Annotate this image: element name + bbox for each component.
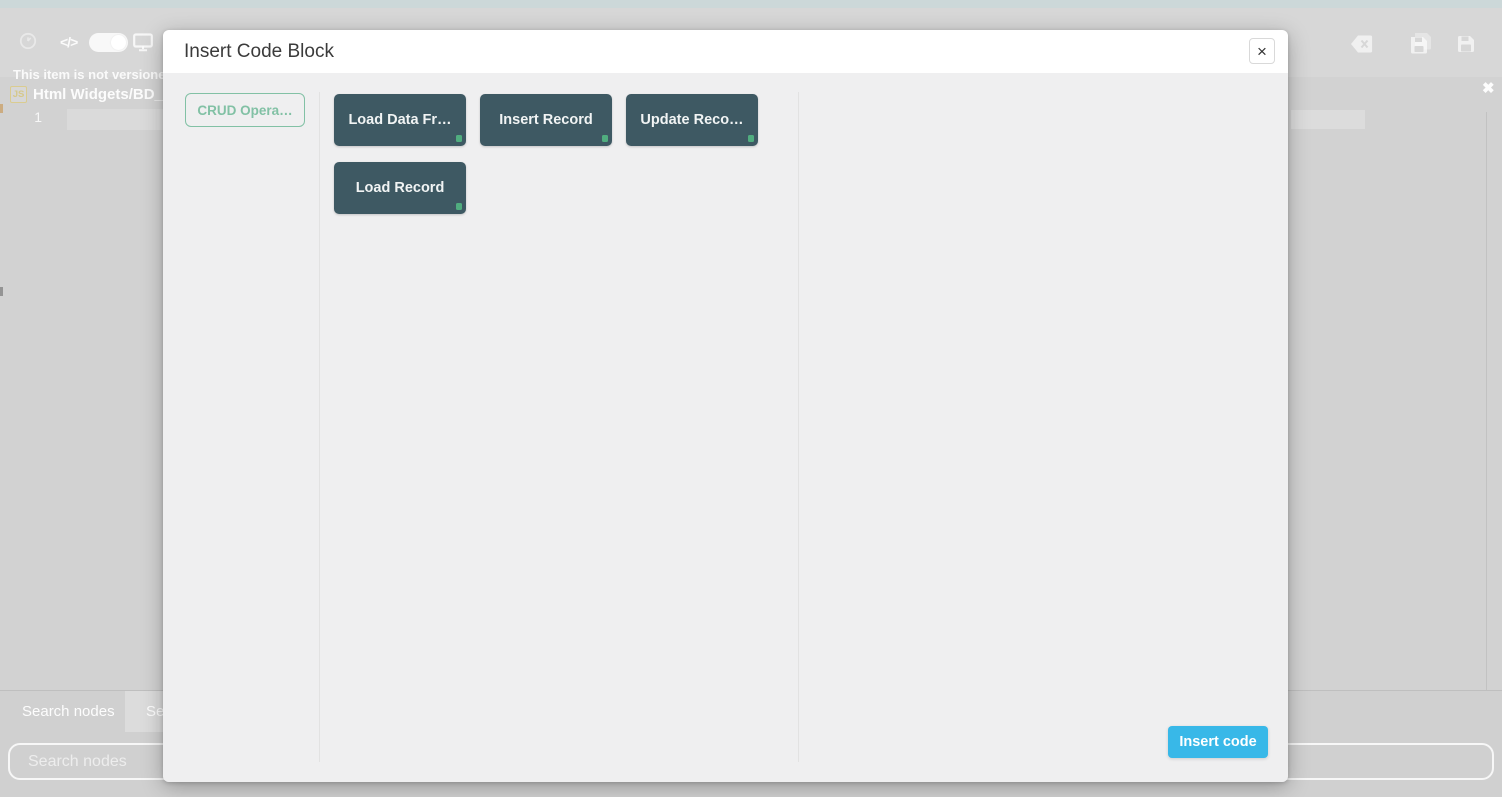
right-panel-divider	[1486, 112, 1487, 740]
versioned-status-text: This item is not versioned	[13, 67, 173, 82]
dialog-body: CRUD Opera… Load Data Fr… Insert Record …	[163, 73, 1288, 782]
gutter-mark	[0, 287, 3, 296]
right-panel-tab	[1291, 110, 1365, 129]
block-corner-dot	[602, 135, 608, 142]
block-label: Load Data Fr…	[348, 112, 451, 128]
dialog-header: Insert Code Block ×	[163, 30, 1288, 73]
block-corner-dot	[748, 135, 754, 142]
js-file-icon: JS	[10, 86, 27, 103]
code-block-insert-record[interactable]: Insert Record	[480, 94, 612, 146]
block-corner-dot	[456, 203, 462, 210]
gutter-mark	[0, 104, 3, 113]
toggle-knob	[111, 35, 126, 50]
close-icon: ×	[1257, 43, 1267, 60]
code-icon[interactable]: </>	[60, 34, 77, 50]
toggle-switch[interactable]	[89, 33, 128, 52]
code-block-load-record[interactable]: Load Record	[334, 162, 466, 214]
dialog-title: Insert Code Block	[184, 41, 334, 63]
category-crud-operations[interactable]: CRUD Opera…	[185, 93, 305, 127]
monitor-icon[interactable]	[133, 33, 153, 52]
history-icon[interactable]	[19, 32, 37, 50]
block-label: Load Record	[356, 180, 445, 196]
panel-close-icon[interactable]: ✖	[1482, 79, 1495, 97]
insert-code-block-dialog: Insert Code Block × CRUD Opera… Load Dat…	[163, 30, 1288, 782]
clear-icon[interactable]	[1350, 34, 1373, 54]
code-block-load-data-from[interactable]: Load Data Fr…	[334, 94, 466, 146]
top-accent-strip	[0, 0, 1502, 8]
code-block-update-record[interactable]: Update Reco…	[626, 94, 758, 146]
category-label: CRUD Opera…	[197, 103, 292, 118]
editor-line-number: 1	[28, 109, 42, 125]
block-corner-dot	[456, 135, 462, 142]
tab-search-nodes[interactable]: Search nodes	[22, 691, 115, 732]
save-icon[interactable]	[1457, 35, 1475, 53]
insert-code-button[interactable]: Insert code	[1168, 726, 1268, 758]
block-label: Update Reco…	[640, 112, 743, 128]
sidebar-divider	[319, 92, 320, 762]
dialog-close-button[interactable]: ×	[1249, 38, 1275, 64]
insert-code-label: Insert code	[1179, 734, 1256, 750]
block-label: Insert Record	[499, 112, 592, 128]
save-all-icon[interactable]	[1409, 33, 1433, 54]
content-divider	[798, 92, 799, 762]
